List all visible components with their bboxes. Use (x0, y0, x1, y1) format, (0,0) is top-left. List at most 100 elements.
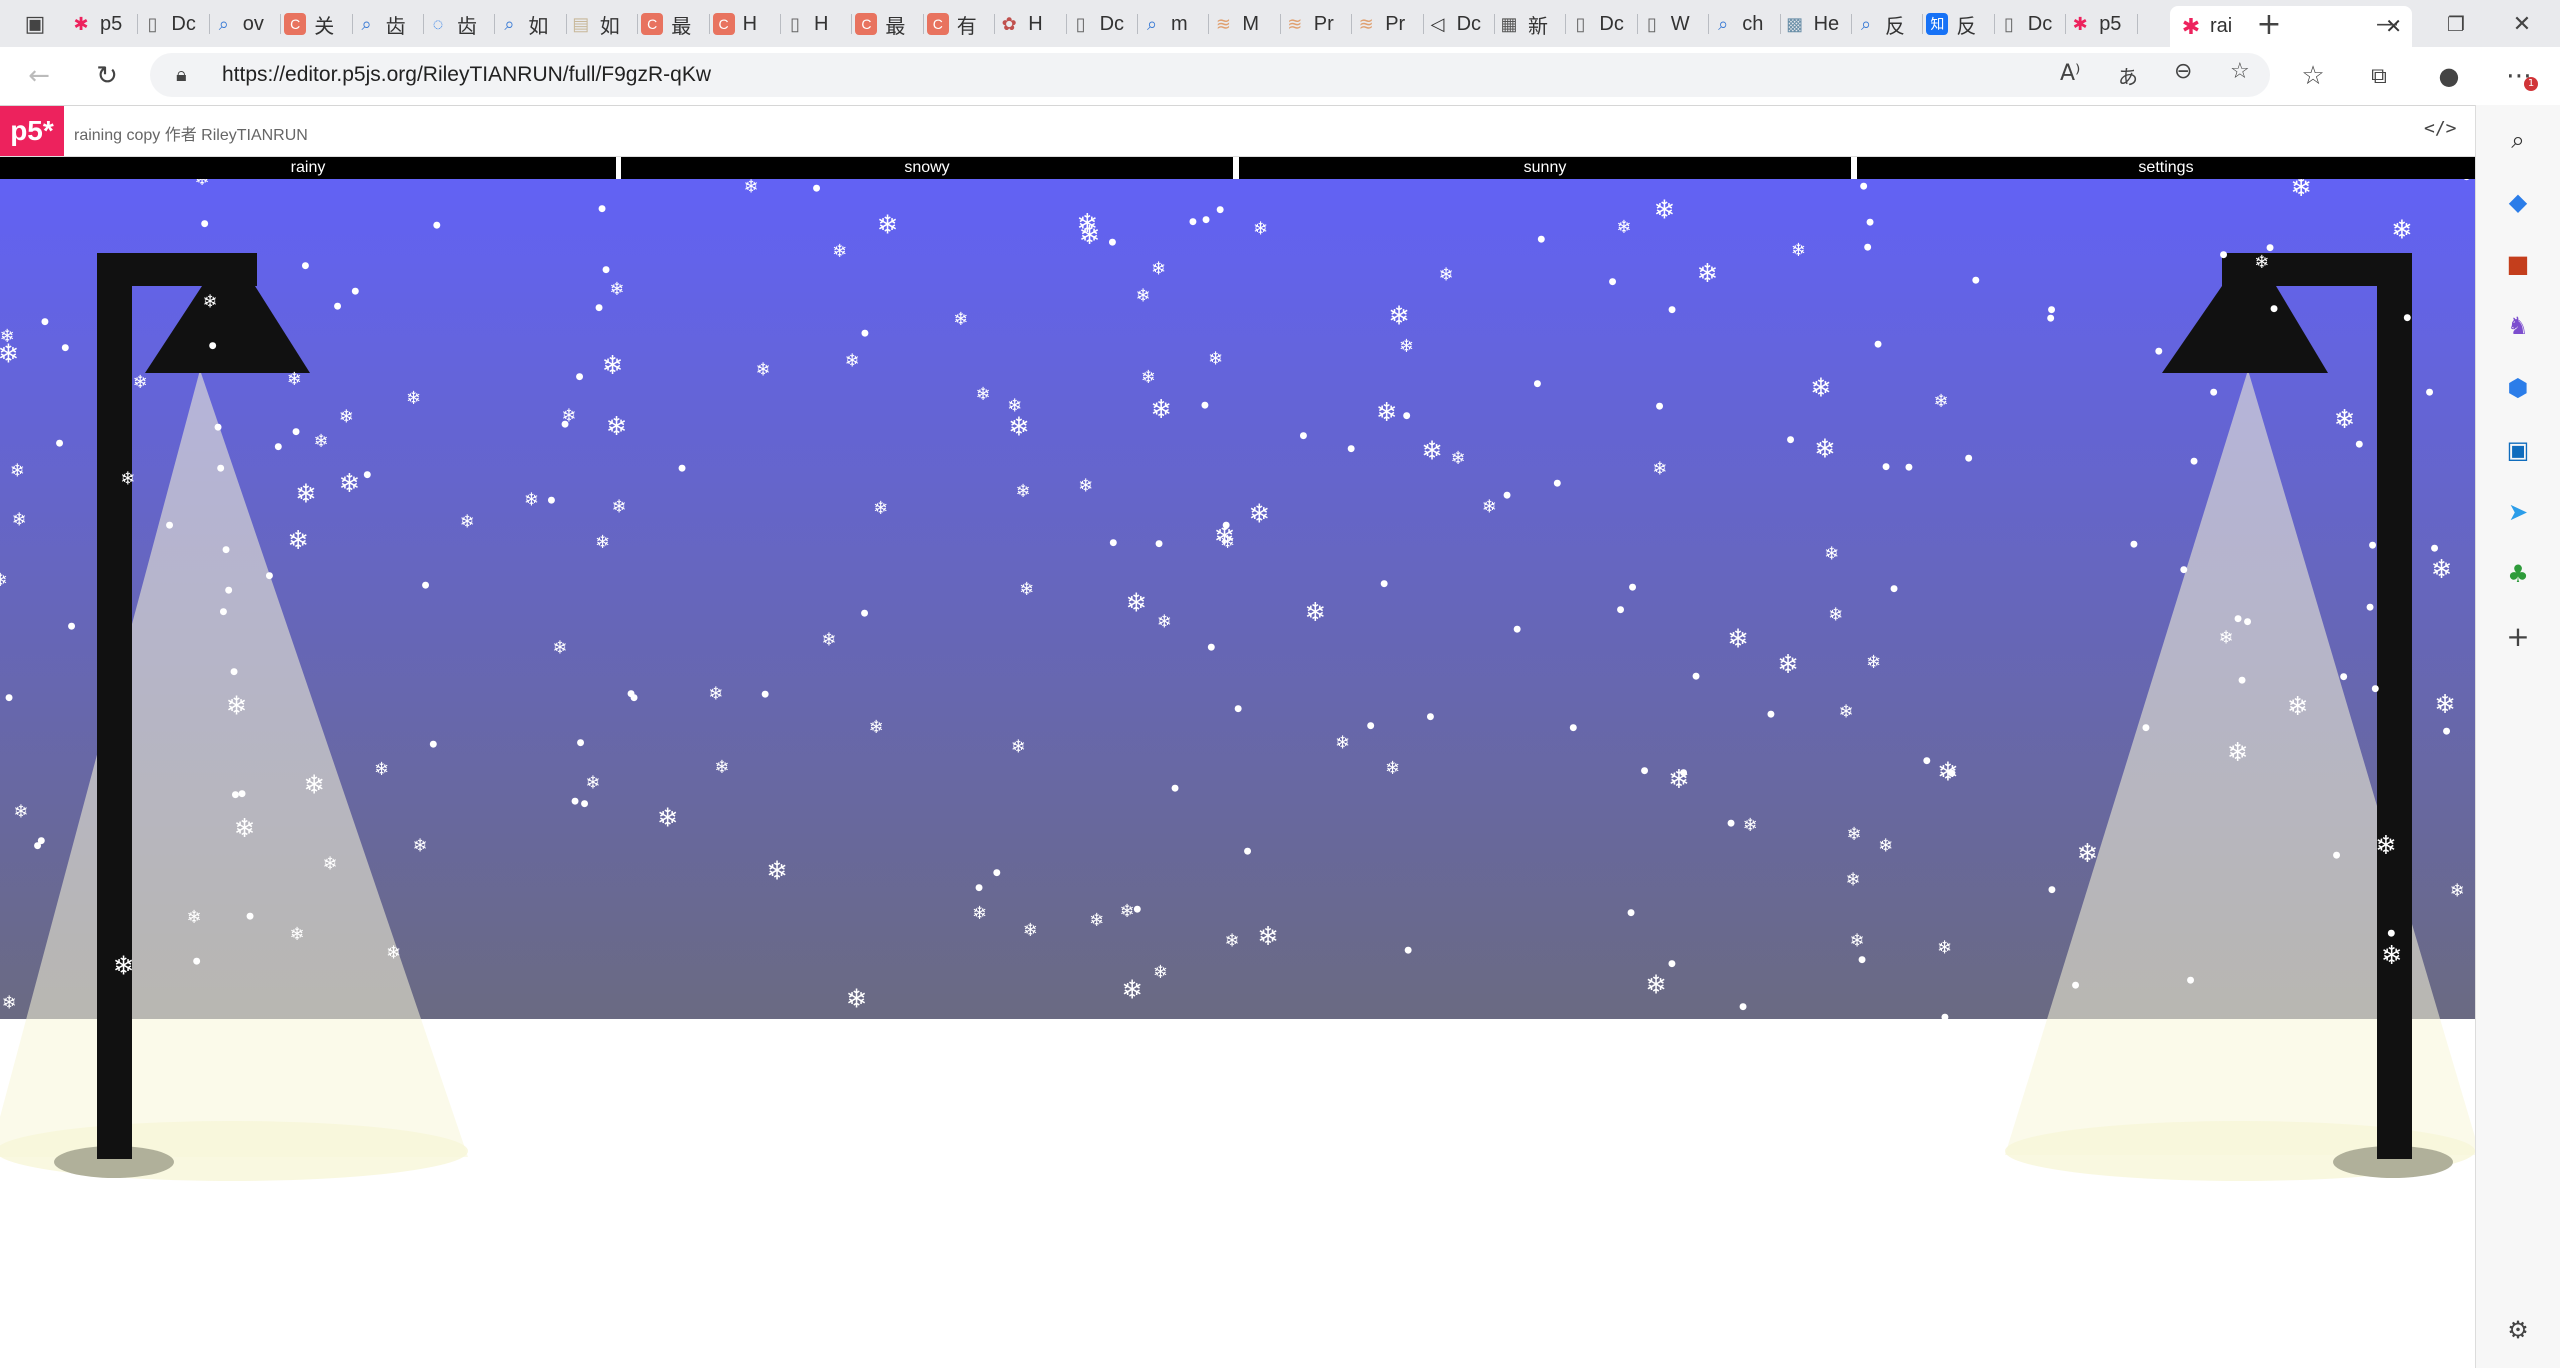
new-tab-icon[interactable]: + (2252, 7, 2286, 42)
add-sidebar-app-icon[interactable]: + (2501, 619, 2535, 653)
tab-label: Pr (1313, 12, 1334, 35)
menu-settings-button[interactable]: settings (1857, 157, 2475, 179)
snowflake: ● (1668, 305, 1676, 315)
snowflake: ● (1860, 181, 1868, 191)
snowflake: ❄ (314, 431, 329, 452)
tab-26[interactable]: ⌕ 反 (1855, 8, 1918, 40)
snowflake: ● (2234, 614, 2242, 624)
back-icon[interactable]: ← (22, 59, 56, 93)
snowflake: ● (1537, 234, 1545, 244)
tab-3[interactable]: ⌕ ov (213, 8, 276, 40)
favorites-icon[interactable]: ☆ (2296, 59, 2330, 93)
tab-23[interactable]: ▯ W (1641, 8, 1704, 40)
zoom-out-icon[interactable]: ⊖ (2174, 59, 2192, 84)
code-icon[interactable]: </> (2424, 118, 2457, 139)
tree-icon[interactable]: ♣ (2501, 557, 2535, 591)
tab-separator (1851, 14, 1852, 34)
snowflake: ❄ (1616, 217, 1631, 238)
tab-6[interactable]: ◌ 齿 (427, 8, 490, 40)
tab-8[interactable]: ▤ 如 (570, 8, 633, 40)
tab-19[interactable]: ≋ Pr (1355, 8, 1418, 40)
snowflake: ❄ (821, 630, 836, 651)
tab-separator (208, 14, 210, 34)
tab-5[interactable]: ⌕ 齿 (356, 8, 419, 40)
tab-18[interactable]: ≋ Pr (1284, 8, 1347, 40)
tab-11[interactable]: ▯ H (784, 8, 847, 40)
snowflake: ● (1347, 444, 1355, 454)
snowflake: ● (1503, 491, 1511, 501)
minimize-icon[interactable]: — (2370, 7, 2404, 41)
sketch-title[interactable]: raining copy 作者 RileyTIANRUN (74, 121, 308, 145)
collections-icon[interactable]: ⧉ (2362, 59, 2396, 93)
tab-7[interactable]: ⌕ 如 (498, 8, 561, 40)
tab-actions-icon[interactable]: ▣ (18, 7, 52, 41)
tab-25[interactable]: ▩ He (1784, 8, 1847, 40)
tab-14[interactable]: ✿ H (998, 8, 1061, 40)
snowflake: ❄ (386, 942, 401, 963)
snowflake: ● (238, 789, 246, 799)
close-window-icon[interactable]: ✕ (2505, 7, 2539, 41)
c-logo-icon: C (712, 13, 735, 35)
outlook-icon[interactable]: ▣ (2501, 433, 2535, 467)
p5-logo[interactable]: p5* (0, 106, 64, 156)
snowflake: ● (2333, 850, 2341, 860)
lock-icon[interactable]: 🔒︎ (176, 62, 187, 86)
tab-27[interactable]: 知反 (1926, 8, 1989, 40)
snowflake: ● (975, 883, 983, 893)
loading-icon: ◌ (432, 14, 444, 34)
snowflake: ● (2187, 975, 2195, 985)
snowflake: ❄ (657, 803, 679, 833)
tab-15[interactable]: ▯ Dc (1070, 8, 1133, 40)
games-icon[interactable]: ♞ (2501, 309, 2535, 343)
snowflake: ❄ (755, 360, 770, 381)
snowflake: ❄ (1153, 962, 1168, 983)
tab-1[interactable]: ✱ p5 (70, 8, 133, 40)
tab-13[interactable]: C有 (926, 8, 990, 40)
snowflake: ● (219, 607, 227, 617)
shopping-tag-icon[interactable]: ◆ (2501, 185, 2535, 219)
tab-16[interactable]: ⌕ m (1141, 8, 1204, 40)
snowflake: ❄ (1119, 901, 1134, 922)
tab-20[interactable]: ◁ Dc (1427, 8, 1490, 40)
page-icon: ▤ (572, 14, 590, 34)
menu-snowy-button[interactable]: snowy (621, 157, 1233, 179)
tab-28[interactable]: ▯ Dc (1998, 8, 2061, 40)
search-icon[interactable]: ⌕ (2501, 123, 2535, 157)
restore-icon[interactable]: ❐ (2439, 7, 2473, 41)
tab-17[interactable]: ≋ M (1212, 8, 1275, 40)
tab-21[interactable]: ▦ 新 (1498, 8, 1561, 40)
snowflake: ❄ (2227, 738, 2249, 768)
snowflake: ❄ (1828, 605, 1843, 626)
add-favorite-icon[interactable]: ☆ (2230, 59, 2250, 84)
menu-rainy-button[interactable]: rainy (0, 157, 616, 179)
toolbox-icon[interactable]: ■ (2501, 247, 2535, 281)
address-bar[interactable]: 🔒︎ https://editor.p5js.org/RileyTIANRUN/… (150, 53, 2270, 97)
tab-4[interactable]: C关 (284, 8, 347, 40)
menu-sunny-button[interactable]: sunny (1239, 157, 1851, 179)
read-aloud-icon[interactable]: A⁾ (2060, 61, 2080, 86)
profile-icon[interactable]: ● (2432, 59, 2466, 93)
url-text[interactable]: https://editor.p5js.org/RileyTIANRUN/ful… (222, 63, 711, 87)
tab-24[interactable]: ⌕ ch (1712, 8, 1775, 40)
snowflake: ● (1155, 539, 1163, 549)
snowflake: ● (2371, 684, 2379, 694)
send-icon[interactable]: ➤ (2501, 495, 2535, 529)
sidebar-settings-icon[interactable]: ⚙ (2501, 1313, 2535, 1347)
tab-12[interactable]: C最 (855, 8, 918, 40)
tab-10[interactable]: CH (712, 8, 776, 40)
refresh-icon[interactable]: ↻ (90, 59, 124, 93)
p5-asterisk-icon: ✱ (73, 14, 89, 34)
tab-separator (637, 14, 639, 34)
tab-separator (2065, 14, 2067, 34)
tab-22[interactable]: ▯ Dc (1569, 8, 1632, 40)
snowflake: ❄ (1015, 481, 1030, 502)
snowflake: ❄ (1126, 588, 1148, 618)
tab-29[interactable]: ✱ p5 (2069, 8, 2132, 40)
tab-2[interactable]: ▯ Dc (141, 8, 204, 40)
more-menu-icon[interactable]: ⋯ 1 (2502, 59, 2538, 93)
sketch-canvas[interactable]: ● ❄ ❄ ❄ ❄ ● ● ❄ ❄ ❄ ● ● ● ● ● ● ❄ ● ● ❄ ● ❄ ● ● ❄ ❄ ❄ ● ❄ ❄ ❄ ❄ ❄ ❄ ● ❄ ● ● ❄ ●… (0, 157, 2475, 1368)
translate-icon[interactable]: あ (2118, 61, 2138, 90)
tab-9[interactable]: C最 (641, 8, 704, 40)
copilot-icon[interactable]: ⬢ (2501, 371, 2535, 405)
snowflake: ❄ (2, 993, 17, 1014)
